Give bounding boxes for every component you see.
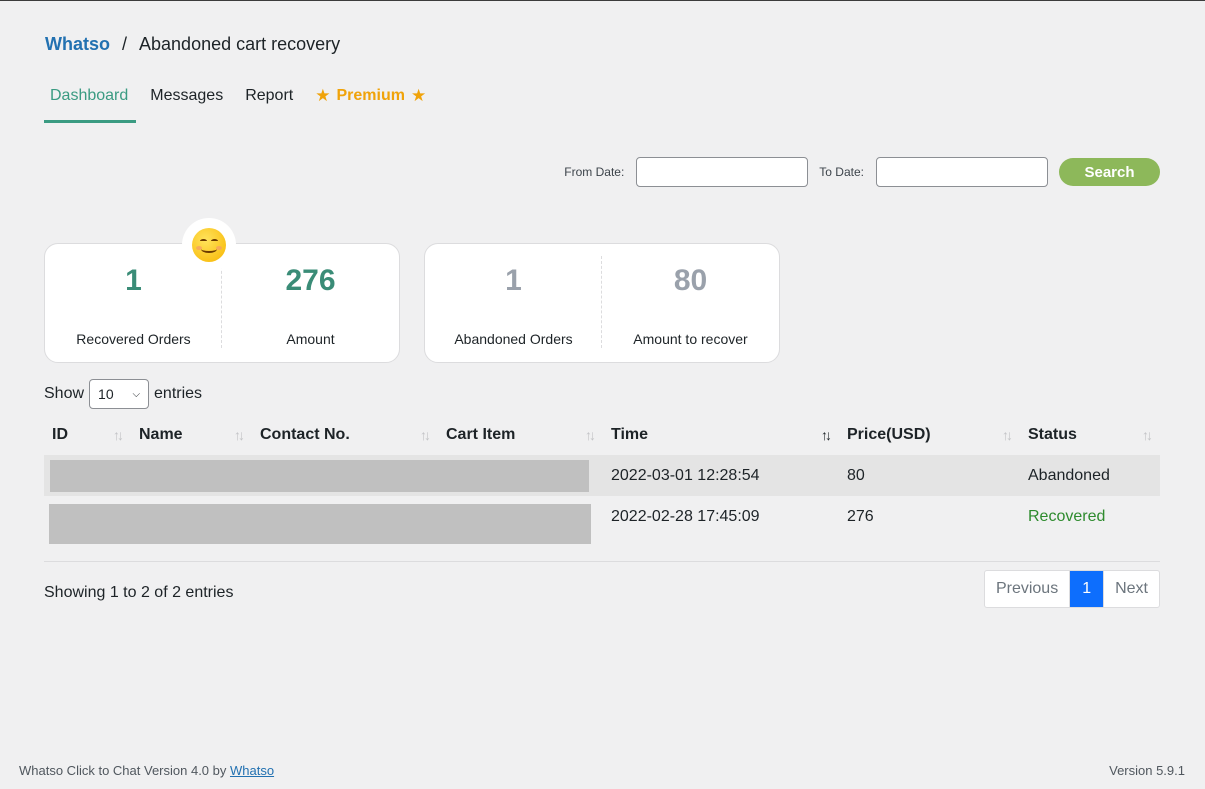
redacted-cell [44,455,603,496]
previous-page-button[interactable]: Previous [985,571,1071,607]
sort-icon: ↑↓ [1142,427,1153,443]
pagination: Previous 1 Next [983,570,1160,608]
entries-select[interactable]: 10 ⌵ [89,379,150,409]
tab-bar: Dashboard Messages Report ★ Premium ★ [44,85,442,123]
page-title: Abandoned cart recovery [139,34,341,54]
to-date-input[interactable] [876,157,1048,187]
breadcrumb-brand-link[interactable]: Whatso [45,34,110,55]
abandoned-orders-count: 1 [505,264,522,297]
abandoned-summary-card: 1 Abandoned Orders 80 Amount to recover [424,243,780,363]
star-icon: ★ [410,86,427,105]
orders-table: ID ↑↓ Name ↑↓ Contact No. ↑↓ Cart Item ↑↓ Ti… [44,415,1160,558]
sort-icon: ↑↓ [585,427,596,443]
to-date-label: To Date: [819,165,864,179]
recovered-orders-label: Recovered Orders [76,331,191,347]
sort-icon: ↑↓ [234,427,245,443]
column-header-price[interactable]: Price(USD) ↑↓ [839,415,1020,455]
show-label: Show [44,385,85,402]
table-header-row: ID ↑↓ Name ↑↓ Contact No. ↑↓ Cart Item ↑↓ Ti… [44,415,1160,455]
sort-descending-icon: ↑↓ [821,427,832,443]
recovered-orders-count: 1 [125,264,142,297]
sort-icon: ↑↓ [113,427,124,443]
entries-length: Show 10 ⌵ entries [44,379,202,409]
redacted-block [50,459,589,492]
entries-suffix: entries [154,385,203,402]
breadcrumb-separator: / [122,34,128,54]
status-cell: Recovered [1028,508,1106,525]
table-info: Showing 1 to 2 of 2 entries [44,584,234,601]
tab-premium-label: Premium [336,87,405,104]
breadcrumb: Whatso / Abandoned cart recovery [45,34,340,55]
time-cell: 2022-03-01 12:28:54 [603,455,839,496]
column-header-status[interactable]: Status ↑↓ [1020,415,1160,455]
entries-value: 10 [98,386,114,402]
footer-whatso-link[interactable]: Whatso [230,763,274,778]
table-row: 2022-02-28 17:45:09 276 Recovered [44,496,1160,558]
smiley-icon [182,218,236,272]
redacted-block [49,504,591,544]
column-header-id[interactable]: ID ↑↓ [44,415,131,455]
page-1-button[interactable]: 1 [1070,571,1104,607]
abandoned-orders-label: Abandoned Orders [454,331,573,347]
footer-version: Version 5.9.1 [1109,763,1185,778]
footer-credit: Whatso Click to Chat Version 4.0 by What… [19,763,274,778]
from-date-input[interactable] [636,157,809,187]
from-date-label: From Date: [564,165,625,179]
tab-premium[interactable]: ★ Premium ★ [309,85,434,123]
tab-report[interactable]: Report [239,85,301,123]
sort-icon: ↑↓ [420,427,431,443]
price-cell: 80 [839,455,1020,496]
time-cell: 2022-02-28 17:45:09 [611,508,760,525]
amount-to-recover-label: Amount to recover [633,331,748,347]
tab-dashboard[interactable]: Dashboard [44,85,137,123]
column-header-contact[interactable]: Contact No. ↑↓ [252,415,438,455]
recovered-amount-value: 276 [285,264,336,297]
footer-credit-text: Whatso Click to Chat Version 4.0 by [19,763,230,778]
column-header-name[interactable]: Name ↑↓ [131,415,252,455]
date-filter: From Date: To Date: Search [564,157,1160,187]
sort-icon: ↑↓ [1002,427,1013,443]
tab-messages[interactable]: Messages [144,85,231,123]
table-divider [44,561,1160,562]
recovered-amount-stat: 276 Amount [222,244,399,362]
chevron-down-icon: ⌵ [132,388,141,400]
redacted-cell [44,496,603,558]
amount-to-recover-stat: 80 Amount to recover [602,244,779,362]
amount-to-recover-value: 80 [673,264,708,297]
recovered-amount-label: Amount [286,331,335,347]
abandoned-orders-stat: 1 Abandoned Orders [425,244,602,362]
price-cell: 276 [847,508,874,525]
star-icon: ★ [315,86,331,105]
status-cell: Abandoned [1020,455,1160,496]
search-button[interactable]: Search [1059,158,1160,186]
next-page-button[interactable]: Next [1103,571,1159,607]
column-header-time[interactable]: Time ↑↓ [603,415,839,455]
table-row: 2022-03-01 12:28:54 80 Abandoned [44,455,1160,496]
column-header-cart-item[interactable]: Cart Item ↑↓ [438,415,603,455]
